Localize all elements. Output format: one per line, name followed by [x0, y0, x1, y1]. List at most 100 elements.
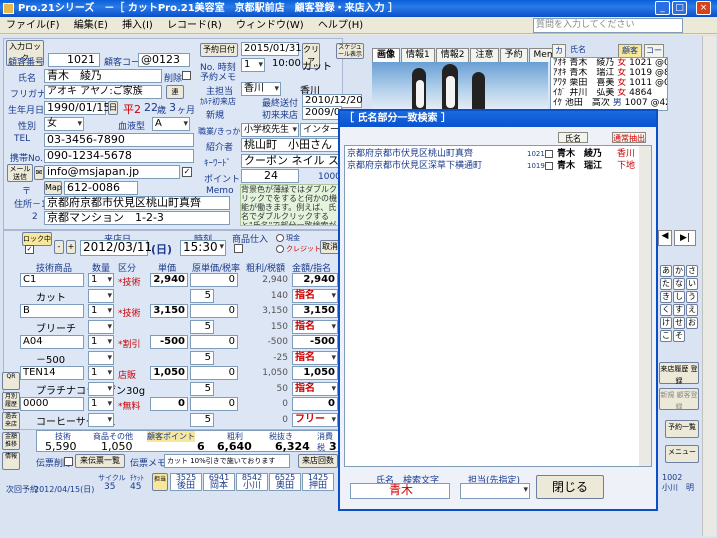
goods-checkbox[interactable] [234, 244, 243, 253]
address2-field[interactable]: 京都マンション 1-2-3 [44, 211, 230, 225]
nav-next-button[interactable]: ▶| [674, 230, 696, 246]
tab-image[interactable]: 画像 [372, 48, 401, 62]
item-name-select[interactable] [88, 320, 114, 334]
vertical-scrollbar[interactable] [702, 36, 716, 536]
maximize-button[interactable]: □ [672, 1, 687, 15]
kana-convert-button[interactable]: 連 [166, 85, 184, 99]
sub-field[interactable]: 5 [190, 289, 214, 303]
menu-file[interactable]: ファイル(F) [6, 20, 60, 31]
price-field[interactable]: -500 [150, 335, 188, 349]
mobile-field[interactable]: 090-1234-5678 [44, 149, 194, 163]
menu-button[interactable]: メニュー [665, 445, 699, 463]
kana-button[interactable]: な [673, 278, 685, 290]
customer-list[interactable]: ｱｵｷ 青木 綾乃 女 1021 @0123 ｱｵｷ 青木 瑞江 女 1019 … [550, 57, 668, 111]
tax-field[interactable]: 0 [190, 366, 238, 380]
amount-field[interactable]: 3,150 [292, 304, 338, 318]
staff-cell[interactable]: 8542 小川 [236, 473, 268, 491]
staff-cell[interactable]: 3525 後田 [170, 473, 202, 491]
slip-delete-checkbox[interactable] [64, 457, 73, 466]
side-button-3[interactable]: 金額推移 [2, 432, 20, 450]
intro-field[interactable]: 桃山町 小田さん [241, 138, 341, 152]
side-button-1[interactable]: 月別履歴 [2, 392, 20, 410]
kana-button[interactable]: け [660, 317, 672, 329]
menu-help[interactable]: ヘルプ(H) [318, 20, 363, 31]
tab-info2[interactable]: 情報2 [435, 48, 470, 62]
price-field[interactable]: 1,050 [150, 366, 188, 380]
price-field[interactable]: 0 [150, 397, 188, 411]
side-button-0[interactable]: QR [2, 372, 20, 390]
nav-prev-button[interactable]: ◀ [658, 230, 672, 246]
first-visit-date[interactable]: 2009/06/1 [302, 106, 342, 120]
search-text-field[interactable]: 青木 [350, 483, 450, 499]
tax-field[interactable]: 0 [190, 273, 238, 287]
next-date-button[interactable]: + [66, 240, 76, 254]
staff-filter-select[interactable] [460, 483, 530, 499]
staff-select[interactable]: 指名 [292, 289, 338, 303]
staff-select[interactable]: 指名 [292, 382, 338, 396]
menu-window[interactable]: ウィンドウ(W) [236, 20, 304, 31]
kana-button[interactable]: し [673, 291, 685, 303]
tab-caution[interactable]: 注意 [470, 48, 499, 62]
point-field[interactable]: 24 [241, 169, 299, 183]
kana-field[interactable]: アオキ アヤノ:ご家族 [44, 85, 162, 99]
staff-cell[interactable]: 1425 押田 [302, 473, 334, 491]
list-item[interactable]: ｱﾜﾀ 栗田 喜美 女 1011 @0245 [553, 78, 667, 88]
result-row[interactable]: 京都府京都市伏見区桃山町真齊 1021 青木 綾乃 香川 [347, 148, 651, 160]
credit-radio[interactable] [276, 245, 284, 253]
amount-field[interactable]: 1,050 [292, 366, 338, 380]
list-item[interactable]: ｱｵｷ 青木 瑞江 女 1019 @8675 [553, 68, 667, 78]
staff-cell[interactable]: 6941 岡本 [203, 473, 235, 491]
close-dialog-button[interactable]: 閉じる [536, 475, 604, 499]
visit-count-button[interactable]: 来店回数 [298, 454, 338, 468]
kana-button[interactable]: え [686, 304, 698, 316]
sub-field[interactable]: 5 [190, 382, 214, 396]
side-button-2[interactable]: 過去来店 [2, 412, 20, 430]
kana-button[interactable]: き [660, 291, 672, 303]
help-search-input[interactable]: 質問を入力してください [533, 18, 683, 33]
sub-field[interactable]: 5 [190, 351, 214, 365]
result-row[interactable]: 京都府京都市伏見区深草下横通町 1019 青木 瑞江 下地 [347, 160, 651, 172]
blood-select[interactable]: A [152, 117, 190, 131]
amount-field[interactable]: 0 [292, 397, 338, 411]
result-scrollbar[interactable] [639, 146, 651, 466]
visit-history-button[interactable]: 来店履歴 登録 [659, 362, 699, 385]
tab-info1[interactable]: 情報1 [401, 48, 435, 62]
kana-button[interactable]: す [673, 304, 685, 316]
schedule-button[interactable]: スケジュール表示 [336, 43, 364, 59]
amount-field[interactable]: -500 [292, 335, 338, 349]
prev-date-button[interactable]: - [54, 240, 64, 254]
mail-icon-button[interactable]: ✉ [34, 166, 44, 180]
name-sort-button[interactable]: 氏名 [558, 132, 588, 143]
item-name-select[interactable] [88, 289, 114, 303]
price-field[interactable]: 3,150 [150, 304, 188, 318]
name-field[interactable]: 青木 綾乃 [44, 69, 162, 83]
list-item[interactable]: ｱｵｷ 青木 綾乃 女 1021 @0123 [553, 58, 667, 68]
cash-radio[interactable] [276, 234, 284, 242]
sub-field[interactable]: 5 [190, 320, 214, 334]
customer-code-field[interactable]: @0123 [138, 53, 190, 67]
calendar-button[interactable]: 日 [108, 101, 118, 115]
item-name-select[interactable] [88, 382, 114, 396]
staff-select[interactable]: 指名 [292, 351, 338, 365]
staff-select[interactable]: 指名 [292, 320, 338, 334]
item-code-field[interactable]: A04 [20, 335, 84, 349]
visit-time-select[interactable]: 15:30 [180, 240, 226, 256]
tab-reserve[interactable]: 予約 [499, 48, 528, 62]
staff-cell[interactable]: 6525 奥田 [269, 473, 301, 491]
kana-button[interactable]: そ [673, 330, 685, 342]
reserve-list-button[interactable]: 予約一覧 [665, 420, 699, 438]
job-select[interactable]: 小学校先生 [241, 123, 299, 137]
tax-field[interactable]: 0 [190, 335, 238, 349]
result-list[interactable]: 京都府京都市伏見区桃山町真齊 1021 青木 綾乃 香川 京都府京都市伏見区深草… [344, 145, 652, 467]
tel-field[interactable]: 03-3456-7890 [44, 133, 194, 147]
list-item[interactable]: ｲｶﾞ 井川 弘美 女 4864 [553, 88, 667, 98]
kana-button[interactable]: さ [686, 265, 698, 277]
staff-select[interactable]: フリー [292, 413, 338, 427]
qty-select[interactable]: 1 [88, 366, 114, 380]
minimize-button[interactable]: _ [655, 1, 670, 15]
qty-select[interactable]: 1 [88, 304, 114, 318]
menu-edit[interactable]: 編集(E) [74, 20, 108, 31]
customer-no-field[interactable]: 1021 [48, 53, 100, 67]
tanto-select[interactable]: 香川 [241, 82, 281, 96]
gender-select[interactable]: 女 [44, 117, 84, 131]
